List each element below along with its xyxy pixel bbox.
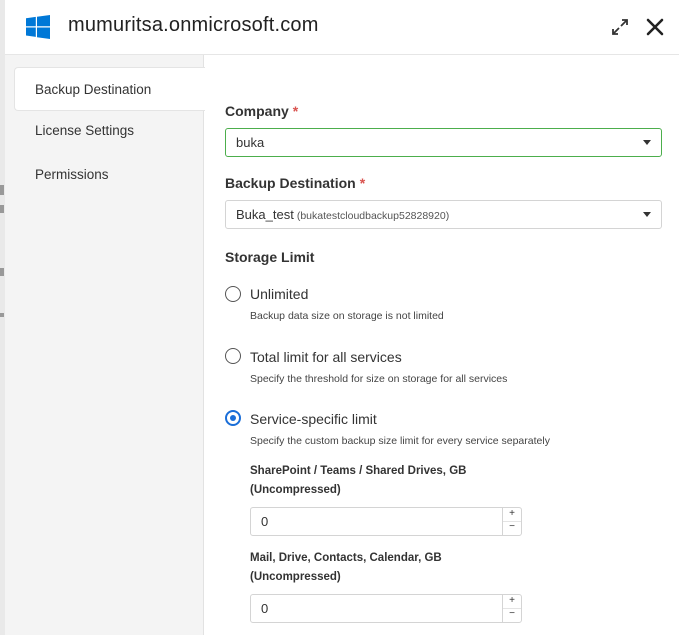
sidebar-item-license-settings[interactable]: License Settings — [5, 109, 204, 153]
storage-limit-title: Storage Limit — [225, 249, 315, 265]
close-icon[interactable] — [644, 16, 666, 38]
unlimited-radio-label[interactable]: Unlimited — [250, 286, 308, 302]
service-specific-radio-label[interactable]: Service-specific limit — [250, 411, 377, 427]
backup-destination-label: Backup Destination * — [225, 175, 365, 191]
sidebar-item-backup-destination[interactable]: Backup Destination — [14, 67, 205, 111]
sharepoint-limit-label: SharePoint / Teams / Shared Drives, GB (… — [250, 465, 467, 496]
total-limit-radio-label[interactable]: Total limit for all services — [250, 349, 402, 365]
company-label: Company * — [225, 103, 298, 119]
total-limit-radio[interactable] — [225, 348, 241, 364]
required-mark: * — [359, 175, 366, 191]
chevron-down-icon — [643, 212, 651, 217]
unlimited-radio[interactable] — [225, 286, 241, 302]
company-select-value: buka — [236, 135, 265, 150]
increment-button[interactable]: + — [503, 508, 521, 522]
total-limit-description: Specify the threshold for size on storag… — [250, 373, 508, 385]
company-label-text: Company — [225, 103, 289, 119]
backup-destination-label-text: Backup Destination — [225, 175, 356, 191]
service-specific-description: Specify the custom backup size limit for… — [250, 435, 550, 447]
sidebar-item-permissions[interactable]: Permissions — [5, 153, 204, 197]
decrement-button[interactable]: − — [503, 608, 521, 621]
mail-limit-value: 0 — [261, 601, 269, 616]
backup-destination-select[interactable]: Buka_test (bukatestcloudbackup52828920) — [225, 200, 662, 229]
sharepoint-limit-value: 0 — [261, 514, 269, 529]
chevron-down-icon — [643, 140, 651, 145]
expand-diagonal-icon[interactable] — [609, 16, 631, 38]
dialog-title: mumuritsa.onmicrosoft.com — [68, 14, 319, 36]
quantity-stepper: + − — [502, 595, 521, 622]
backup-destination-select-value: Buka_test (bukatestcloudbackup52828920) — [236, 201, 449, 230]
backup-destination-detail: (bukatestcloudbackup52828920) — [296, 210, 450, 222]
sharepoint-limit-input[interactable]: 0 + − — [250, 507, 522, 536]
background-fragment — [0, 268, 4, 276]
quantity-stepper: + − — [502, 508, 521, 535]
background-fragment — [0, 313, 4, 317]
settings-sidebar: Backup Destination License Settings Perm… — [5, 55, 205, 635]
company-select[interactable]: buka — [225, 128, 662, 157]
windows-logo-icon — [26, 15, 50, 39]
dialog-header: mumuritsa.onmicrosoft.com — [5, 0, 679, 55]
background-fragment — [0, 205, 4, 213]
required-mark: * — [292, 103, 299, 119]
service-specific-radio[interactable] — [225, 410, 241, 426]
unlimited-description: Backup data size on storage is not limit… — [250, 310, 444, 322]
decrement-button[interactable]: − — [503, 521, 521, 534]
backup-destination-name: Buka_test — [236, 207, 294, 222]
mail-limit-input[interactable]: 0 + − — [250, 594, 522, 623]
background-fragment — [0, 185, 4, 195]
settings-form: Company * buka Backup Destination * Buka_t… — [205, 56, 679, 635]
mail-limit-label: Mail, Drive, Contacts, Calendar, GB (Unc… — [250, 552, 442, 583]
increment-button[interactable]: + — [503, 595, 521, 609]
